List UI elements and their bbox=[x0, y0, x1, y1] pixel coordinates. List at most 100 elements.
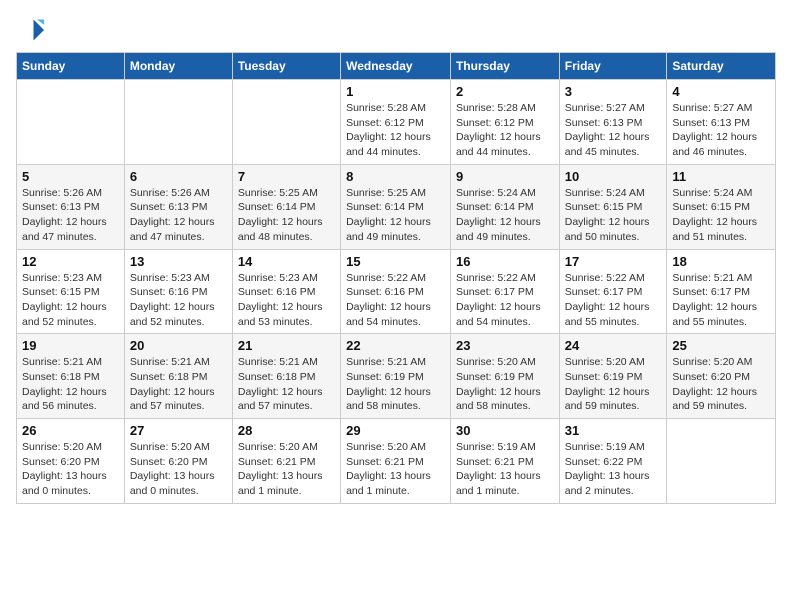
calendar-cell: 17Sunrise: 5:22 AMSunset: 6:17 PMDayligh… bbox=[559, 249, 667, 334]
weekday-header: Friday bbox=[559, 53, 667, 80]
calendar-cell: 22 Sunrise: 5:21 AMSunset: 6:19 PMDayligh… bbox=[341, 334, 451, 419]
day-info: Sunrise: 5:23 AMSunset: 6:16 PMDaylight:… bbox=[238, 271, 335, 330]
calendar-cell: 16 Sunrise: 5:22 AMSunset: 6:17 PMDayligh… bbox=[450, 249, 559, 334]
calendar-cell: 5 Sunrise: 5:26 AMSunset: 6:13 PMDaylight… bbox=[17, 164, 125, 249]
day-info: Sunrise: 5:19 AMSunset: 6:22 PMDaylight:… bbox=[565, 440, 662, 499]
weekday-header: Sunday bbox=[17, 53, 125, 80]
logo bbox=[16, 16, 48, 44]
calendar-cell: 3 Sunrise: 5:27 AMSunset: 6:13 PMDaylight… bbox=[559, 80, 667, 165]
day-number: 23 bbox=[456, 338, 554, 353]
day-number: 6 bbox=[130, 169, 227, 184]
day-number: 4 bbox=[672, 84, 770, 99]
day-number: 8 bbox=[346, 169, 445, 184]
calendar-cell: 11 Sunrise: 5:24 AMSunset: 6:15 PMDayligh… bbox=[667, 164, 776, 249]
calendar-cell: 28Sunrise: 5:20 AMSunset: 6:21 PMDayligh… bbox=[232, 419, 340, 504]
day-info: Sunrise: 5:20 AMSunset: 6:21 PMDaylight:… bbox=[238, 440, 335, 499]
calendar-cell: 27 Sunrise: 5:20 AMSunset: 6:20 PMDayligh… bbox=[124, 419, 232, 504]
day-number: 29 bbox=[346, 423, 445, 438]
day-number: 27 bbox=[130, 423, 227, 438]
calendar-cell bbox=[17, 80, 125, 165]
calendar-cell bbox=[232, 80, 340, 165]
day-info: Sunrise: 5:19 AMSunset: 6:21 PMDaylight:… bbox=[456, 440, 554, 499]
day-number: 24 bbox=[565, 338, 662, 353]
day-number: 9 bbox=[456, 169, 554, 184]
day-number: 22 bbox=[346, 338, 445, 353]
calendar-week-row: 12Sunrise: 5:23 AMSunset: 6:15 PMDayligh… bbox=[17, 249, 776, 334]
weekday-header: Tuesday bbox=[232, 53, 340, 80]
calendar-cell: 23Sunrise: 5:20 AMSunset: 6:19 PMDayligh… bbox=[450, 334, 559, 419]
calendar-cell: 1Sunrise: 5:28 AMSunset: 6:12 PMDaylight… bbox=[341, 80, 451, 165]
day-info: Sunrise: 5:25 AMSunset: 6:14 PMDaylight:… bbox=[346, 186, 445, 245]
calendar-cell: 19 Sunrise: 5:21 AMSunset: 6:18 PMDayligh… bbox=[17, 334, 125, 419]
day-number: 13 bbox=[130, 254, 227, 269]
day-number: 7 bbox=[238, 169, 335, 184]
calendar-cell: 25Sunrise: 5:20 AMSunset: 6:20 PMDayligh… bbox=[667, 334, 776, 419]
day-info: Sunrise: 5:26 AMSunset: 6:13 PMDaylight:… bbox=[22, 186, 119, 245]
day-info: Sunrise: 5:20 AMSunset: 6:21 PMDaylight:… bbox=[346, 440, 445, 499]
day-info: Sunrise: 5:21 AMSunset: 6:19 PMDaylight:… bbox=[346, 355, 445, 414]
day-info: Sunrise: 5:21 AMSunset: 6:18 PMDaylight:… bbox=[238, 355, 335, 414]
day-info: Sunrise: 5:22 AMSunset: 6:17 PMDaylight:… bbox=[456, 271, 554, 330]
weekday-header: Monday bbox=[124, 53, 232, 80]
calendar-cell: 18 Sunrise: 5:21 AMSunset: 6:17 PMDayligh… bbox=[667, 249, 776, 334]
calendar-week-row: 19 Sunrise: 5:21 AMSunset: 6:18 PMDayligh… bbox=[17, 334, 776, 419]
calendar-cell: 9Sunrise: 5:24 AMSunset: 6:14 PMDaylight… bbox=[450, 164, 559, 249]
day-number: 3 bbox=[565, 84, 662, 99]
calendar-cell: 20 Sunrise: 5:21 AMSunset: 6:18 PMDayligh… bbox=[124, 334, 232, 419]
day-info: Sunrise: 5:26 AMSunset: 6:13 PMDaylight:… bbox=[130, 186, 227, 245]
weekday-header: Thursday bbox=[450, 53, 559, 80]
day-number: 20 bbox=[130, 338, 227, 353]
day-number: 21 bbox=[238, 338, 335, 353]
day-number: 26 bbox=[22, 423, 119, 438]
day-number: 16 bbox=[456, 254, 554, 269]
day-info: Sunrise: 5:23 AMSunset: 6:16 PMDaylight:… bbox=[130, 271, 227, 330]
calendar-cell: 10 Sunrise: 5:24 AMSunset: 6:15 PMDayligh… bbox=[559, 164, 667, 249]
calendar-cell: 24 Sunrise: 5:20 AMSunset: 6:19 PMDayligh… bbox=[559, 334, 667, 419]
calendar-cell: 7 Sunrise: 5:25 AMSunset: 6:14 PMDaylight… bbox=[232, 164, 340, 249]
day-info: Sunrise: 5:25 AMSunset: 6:14 PMDaylight:… bbox=[238, 186, 335, 245]
day-info: Sunrise: 5:27 AMSunset: 6:13 PMDaylight:… bbox=[565, 101, 662, 160]
logo-icon bbox=[16, 16, 44, 44]
calendar-cell: 12Sunrise: 5:23 AMSunset: 6:15 PMDayligh… bbox=[17, 249, 125, 334]
day-number: 31 bbox=[565, 423, 662, 438]
day-info: Sunrise: 5:21 AMSunset: 6:18 PMDaylight:… bbox=[22, 355, 119, 414]
calendar-cell bbox=[667, 419, 776, 504]
calendar-cell: 30Sunrise: 5:19 AMSunset: 6:21 PMDayligh… bbox=[450, 419, 559, 504]
day-number: 14 bbox=[238, 254, 335, 269]
day-info: Sunrise: 5:28 AMSunset: 6:12 PMDaylight:… bbox=[456, 101, 554, 160]
calendar-week-row: 26 Sunrise: 5:20 AMSunset: 6:20 PMDayligh… bbox=[17, 419, 776, 504]
calendar-cell: 31 Sunrise: 5:19 AMSunset: 6:22 PMDayligh… bbox=[559, 419, 667, 504]
calendar-cell: 29 Sunrise: 5:20 AMSunset: 6:21 PMDayligh… bbox=[341, 419, 451, 504]
day-number: 5 bbox=[22, 169, 119, 184]
day-number: 19 bbox=[22, 338, 119, 353]
day-number: 2 bbox=[456, 84, 554, 99]
calendar-cell: 2 Sunrise: 5:28 AMSunset: 6:12 PMDaylight… bbox=[450, 80, 559, 165]
calendar-cell: 8 Sunrise: 5:25 AMSunset: 6:14 PMDaylight… bbox=[341, 164, 451, 249]
calendar-table: SundayMondayTuesdayWednesdayThursdayFrid… bbox=[16, 52, 776, 504]
day-info: Sunrise: 5:21 AMSunset: 6:18 PMDaylight:… bbox=[130, 355, 227, 414]
day-number: 10 bbox=[565, 169, 662, 184]
calendar-cell: 21 Sunrise: 5:21 AMSunset: 6:18 PMDayligh… bbox=[232, 334, 340, 419]
day-info: Sunrise: 5:24 AMSunset: 6:15 PMDaylight:… bbox=[565, 186, 662, 245]
day-info: Sunrise: 5:28 AMSunset: 6:12 PMDaylight:… bbox=[346, 101, 445, 160]
calendar-header: SundayMondayTuesdayWednesdayThursdayFrid… bbox=[17, 53, 776, 80]
calendar-cell: 6 Sunrise: 5:26 AMSunset: 6:13 PMDaylight… bbox=[124, 164, 232, 249]
day-number: 18 bbox=[672, 254, 770, 269]
day-number: 17 bbox=[565, 254, 662, 269]
day-info: Sunrise: 5:20 AMSunset: 6:20 PMDaylight:… bbox=[130, 440, 227, 499]
calendar-cell: 15Sunrise: 5:22 AMSunset: 6:16 PMDayligh… bbox=[341, 249, 451, 334]
calendar-cell bbox=[124, 80, 232, 165]
day-number: 11 bbox=[672, 169, 770, 184]
weekday-header: Saturday bbox=[667, 53, 776, 80]
day-info: Sunrise: 5:24 AMSunset: 6:15 PMDaylight:… bbox=[672, 186, 770, 245]
weekday-row: SundayMondayTuesdayWednesdayThursdayFrid… bbox=[17, 53, 776, 80]
day-info: Sunrise: 5:20 AMSunset: 6:20 PMDaylight:… bbox=[672, 355, 770, 414]
calendar-week-row: 1Sunrise: 5:28 AMSunset: 6:12 PMDaylight… bbox=[17, 80, 776, 165]
page-header bbox=[16, 16, 776, 44]
calendar-cell: 26Sunrise: 5:20 AMSunset: 6:20 PMDayligh… bbox=[17, 419, 125, 504]
day-info: Sunrise: 5:20 AMSunset: 6:19 PMDaylight:… bbox=[565, 355, 662, 414]
day-info: Sunrise: 5:21 AMSunset: 6:17 PMDaylight:… bbox=[672, 271, 770, 330]
calendar-cell: 14 Sunrise: 5:23 AMSunset: 6:16 PMDayligh… bbox=[232, 249, 340, 334]
calendar-cell: 13 Sunrise: 5:23 AMSunset: 6:16 PMDayligh… bbox=[124, 249, 232, 334]
day-info: Sunrise: 5:27 AMSunset: 6:13 PMDaylight:… bbox=[672, 101, 770, 160]
